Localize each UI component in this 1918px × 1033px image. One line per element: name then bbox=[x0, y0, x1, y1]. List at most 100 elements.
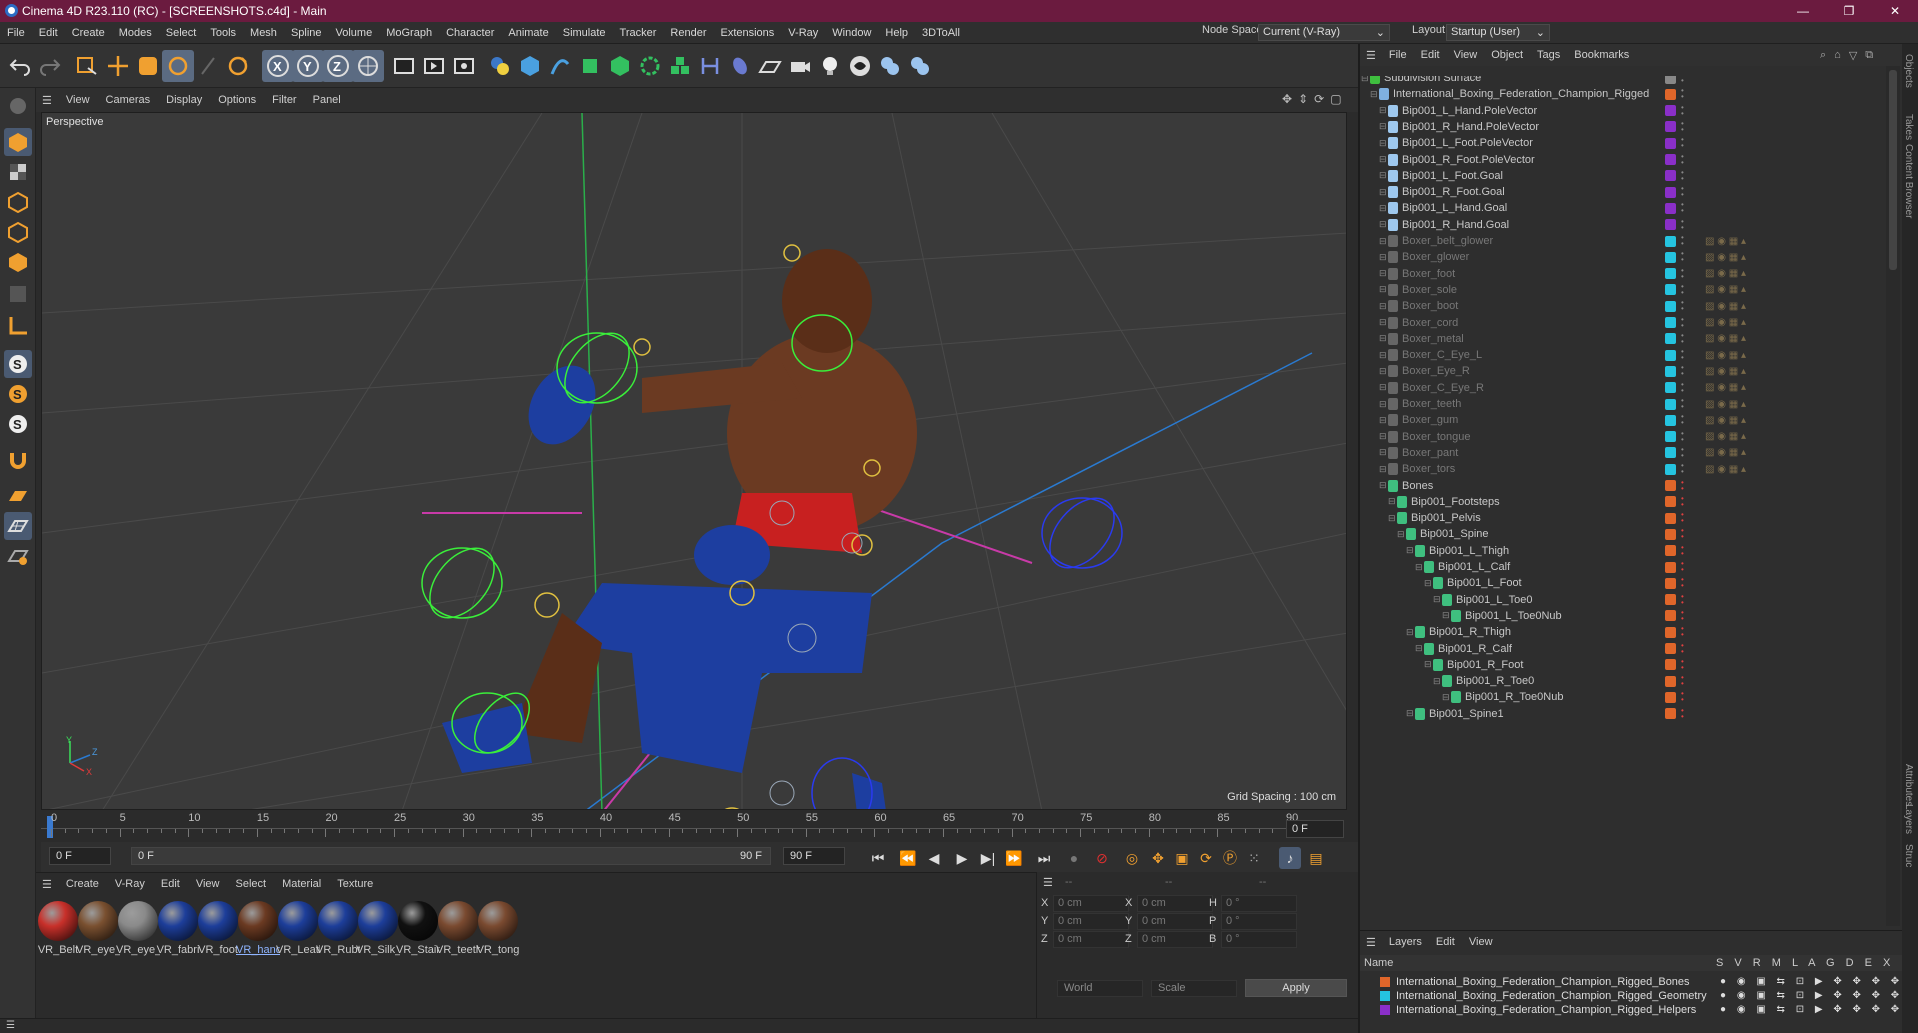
material-menu-texture[interactable]: Texture bbox=[329, 878, 381, 890]
visibility-dots[interactable]: • • bbox=[1681, 266, 1685, 280]
polygons-mode-button[interactable] bbox=[4, 248, 32, 276]
expand-icon[interactable]: ⊟ bbox=[1433, 676, 1441, 687]
side-tab-objects[interactable]: Objects bbox=[1903, 54, 1914, 88]
layer-toggle-icons[interactable]: ● ◉ ▣ ⇆ ⊡ ▶ ✥ ✥ ✥ ✥ bbox=[1720, 976, 1903, 987]
layer-color-tag[interactable] bbox=[1665, 561, 1676, 573]
texture-mode-button[interactable] bbox=[4, 158, 32, 186]
coordinate-system-dropdown[interactable]: World bbox=[1057, 980, 1143, 997]
expand-icon[interactable]: ⊟ bbox=[1442, 610, 1450, 621]
menu-character[interactable]: Character bbox=[439, 27, 501, 39]
menu-create[interactable]: Create bbox=[65, 27, 112, 39]
expand-icon[interactable]: ⊟ bbox=[1379, 138, 1387, 149]
layer-menu-layers[interactable]: Layers bbox=[1382, 936, 1429, 948]
scale-tool-button[interactable] bbox=[132, 50, 164, 82]
expand-icon[interactable]: ⊟ bbox=[1379, 219, 1387, 230]
visibility-dots[interactable]: • • bbox=[1681, 299, 1685, 313]
layer-color-tag[interactable] bbox=[1665, 284, 1676, 296]
filter-icon[interactable]: ▽ bbox=[1849, 49, 1857, 62]
menu-3dtoall[interactable]: 3DToAll bbox=[915, 27, 967, 39]
cube-icon[interactable] bbox=[514, 50, 546, 82]
visibility-dots[interactable]: • • bbox=[1681, 282, 1685, 296]
expand-icon[interactable]: ⊟ bbox=[1361, 76, 1369, 84]
object-scrollbar[interactable] bbox=[1886, 66, 1900, 926]
visibility-dots[interactable]: • • bbox=[1681, 608, 1685, 622]
visibility-dots[interactable]: • • bbox=[1681, 185, 1685, 199]
layout-dropdown[interactable]: Startup (User) ⌄ bbox=[1446, 24, 1550, 41]
position-key-button[interactable]: ✥ bbox=[1147, 847, 1169, 869]
go-to-end-button[interactable]: ⏭ bbox=[1033, 847, 1055, 869]
coord-value[interactable]: 0 cm bbox=[1053, 894, 1129, 912]
visibility-dots[interactable]: • • bbox=[1681, 543, 1685, 557]
layer-color-tag[interactable] bbox=[1665, 659, 1676, 671]
expand-icon[interactable]: ⊟ bbox=[1388, 513, 1396, 524]
menu-help[interactable]: Help bbox=[878, 27, 915, 39]
viewport-menu-options[interactable]: Options bbox=[210, 94, 264, 106]
make-editable-button[interactable] bbox=[4, 92, 32, 120]
material-swatch[interactable]: VR_eye_ bbox=[76, 901, 120, 956]
scale-mode-dropdown[interactable]: Scale bbox=[1151, 980, 1237, 997]
expand-icon[interactable]: ⊟ bbox=[1379, 480, 1387, 491]
expand-icon[interactable]: ⊟ bbox=[1442, 692, 1450, 703]
material-swatch[interactable]: VR_Belt bbox=[36, 901, 80, 956]
hamburger-icon[interactable]: ☰ bbox=[1043, 876, 1053, 889]
layer-color-tag[interactable] bbox=[1665, 545, 1676, 557]
expand-icon[interactable]: ⊟ bbox=[1406, 545, 1414, 556]
uv-mode-button[interactable] bbox=[4, 280, 32, 308]
visibility-dots[interactable]: • • bbox=[1681, 560, 1685, 574]
current-frame-field[interactable]: 0 F bbox=[1286, 820, 1344, 838]
layer-color-tag[interactable] bbox=[1665, 577, 1676, 589]
visibility-dots[interactable]: • • bbox=[1681, 445, 1685, 459]
layer-color-tag[interactable] bbox=[1665, 88, 1676, 100]
edges-mode-button[interactable] bbox=[4, 218, 32, 246]
field-icon[interactable] bbox=[724, 50, 756, 82]
coord-value[interactable]: 0 cm bbox=[1137, 930, 1213, 948]
visibility-dots[interactable]: • • bbox=[1681, 201, 1685, 215]
layer-color-tag[interactable] bbox=[1665, 154, 1676, 165]
hamburger-icon[interactable]: ☰ bbox=[36, 878, 58, 891]
grid-button[interactable] bbox=[4, 512, 32, 540]
material-swatch[interactable]: VR_Stain bbox=[396, 901, 440, 956]
python-icon[interactable] bbox=[484, 50, 516, 82]
layer-color-tag[interactable] bbox=[1665, 300, 1676, 312]
coord-field[interactable]: X 0 cm bbox=[1125, 894, 1213, 912]
locked-workplane-button[interactable] bbox=[4, 542, 32, 570]
layer-color-tag[interactable] bbox=[1665, 528, 1676, 540]
visibility-dots[interactable]: • • bbox=[1681, 576, 1685, 590]
object-menu-view[interactable]: View bbox=[1447, 49, 1485, 61]
object-menu-file[interactable]: File bbox=[1382, 49, 1414, 61]
layer-color-swatch[interactable] bbox=[1380, 990, 1390, 1001]
maximize-button[interactable]: ❐ bbox=[1826, 0, 1872, 22]
camera-icon[interactable] bbox=[784, 50, 816, 82]
hamburger-icon[interactable]: ☰ bbox=[6, 1020, 15, 1031]
menu-mesh[interactable]: Mesh bbox=[243, 27, 284, 39]
expand-icon[interactable]: ⊟ bbox=[1379, 252, 1387, 263]
expand-icon[interactable]: ⊟ bbox=[1379, 268, 1387, 279]
magnet-icon[interactable] bbox=[4, 446, 32, 474]
object-scrollbar-thumb[interactable] bbox=[1889, 70, 1897, 270]
expand-icon[interactable]: ⊟ bbox=[1379, 366, 1387, 377]
viewport-menu-display[interactable]: Display bbox=[158, 94, 210, 106]
layer-color-tag[interactable] bbox=[1665, 317, 1676, 328]
y-axis-lock-button[interactable]: Y bbox=[292, 50, 324, 82]
end-frame-field[interactable]: 90 F bbox=[783, 847, 845, 865]
object-menu-object[interactable]: Object bbox=[1484, 49, 1530, 61]
object-menu-tags[interactable]: Tags bbox=[1530, 49, 1567, 61]
snap-settings-button[interactable]: S bbox=[4, 380, 32, 408]
timeline-ruler[interactable]: 0 5 10 15 20 25 30 35 40 45 50 55 60 65 70 75 80 85 90 bbox=[41, 812, 1347, 842]
expand-icon[interactable]: ⊟ bbox=[1406, 627, 1414, 638]
layer-color-tag[interactable] bbox=[1665, 626, 1676, 638]
play-button[interactable]: ▶ bbox=[951, 847, 973, 869]
hamburger-icon[interactable]: ☰ bbox=[36, 94, 58, 107]
layer-color-tag[interactable] bbox=[1665, 76, 1676, 84]
layer-color-tag[interactable] bbox=[1665, 480, 1676, 491]
visibility-dots[interactable]: • • bbox=[1681, 364, 1685, 378]
coord-field[interactable]: Z 0 cm bbox=[1125, 930, 1213, 948]
coord-field[interactable]: Y 0 cm bbox=[1125, 912, 1213, 930]
menu-vray[interactable]: V-Ray bbox=[781, 27, 825, 39]
menu-animate[interactable]: Animate bbox=[501, 27, 555, 39]
scale-key-button[interactable]: ▣ bbox=[1171, 847, 1193, 869]
expand-icon[interactable]: ⊟ bbox=[1379, 301, 1387, 312]
expand-icon[interactable]: ⊟ bbox=[1379, 447, 1387, 458]
menu-tools[interactable]: Tools bbox=[203, 27, 243, 39]
expand-icon[interactable]: ⊟ bbox=[1424, 659, 1432, 670]
